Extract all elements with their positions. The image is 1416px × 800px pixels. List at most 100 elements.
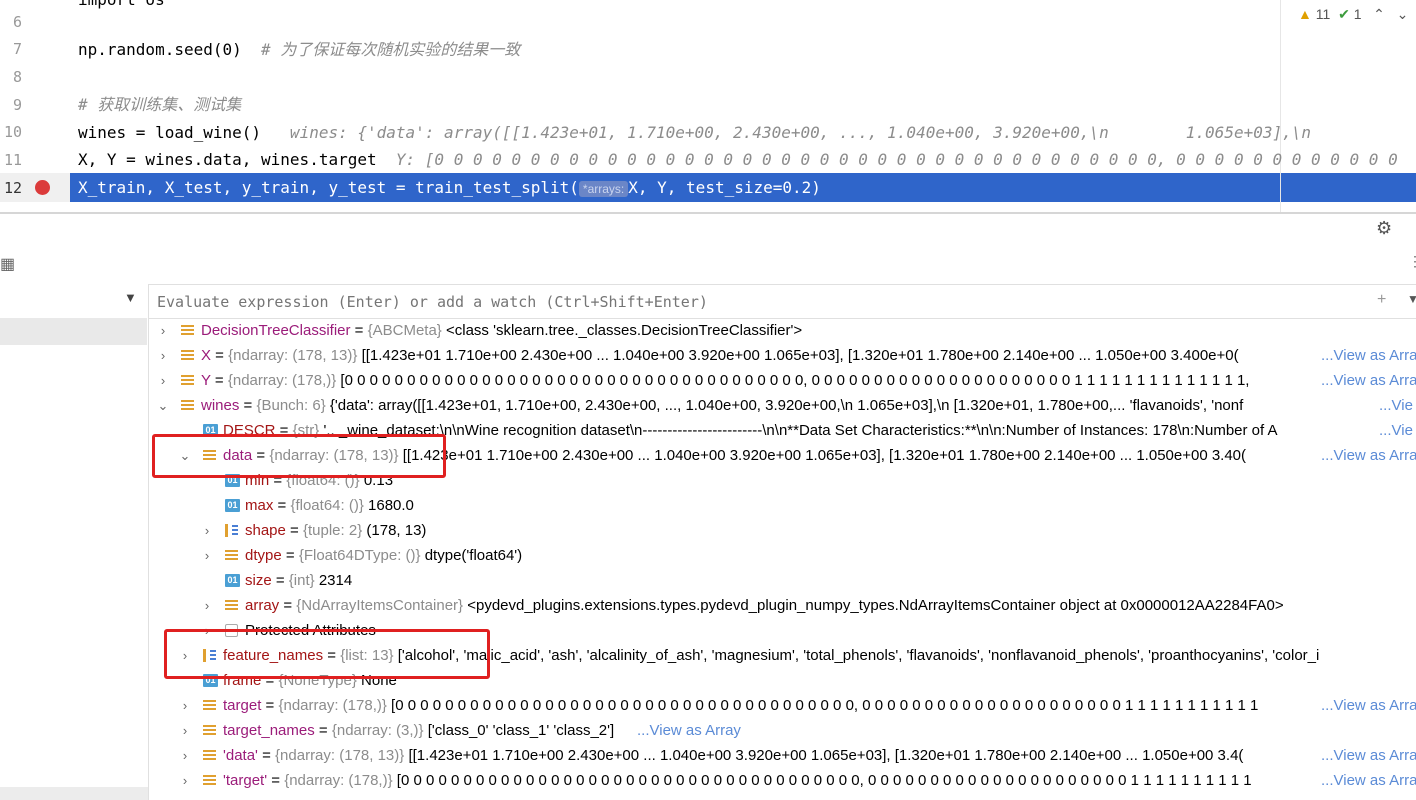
variable-text: 'target' = {ndarray: (178,)} [0 0 0 0 0 …	[223, 768, 1252, 793]
variable-name: max	[245, 497, 274, 514]
object-icon	[181, 349, 194, 362]
variable-value: 1680.0	[368, 497, 414, 514]
inspection-widget[interactable]: ▲ 11 ✔ 1 ⌃ ⌄	[1298, 6, 1408, 23]
variable-row[interactable]: ⌄ wines = {Bunch: 6} {'data': array([[1.4…	[149, 393, 1416, 418]
variable-value: {'data': array([[1.423e+01, 1.710e+00, 2…	[329, 397, 1244, 414]
variable-type: {ndarray: (178,)}	[284, 772, 393, 789]
view-as-array-link[interactable]: ...View as Array	[637, 718, 761, 743]
object-icon	[203, 699, 216, 712]
view-as-array-link[interactable]: ...Vie	[1379, 418, 1416, 443]
object-icon	[181, 324, 194, 337]
code-text: np.random.seed(0)	[78, 40, 262, 59]
highlight-box	[152, 434, 446, 478]
expand-icon[interactable]: ›	[179, 718, 191, 743]
code-line: np.random.seed(0) # 为了保证每次随机实验的结果一致	[78, 36, 520, 63]
view-as-array-link[interactable]: ...View as Array	[1321, 743, 1416, 768]
expand-icon[interactable]: ›	[201, 518, 213, 543]
evaluate-bar: + ▼	[149, 284, 1416, 319]
code-line: X, Y = wines.data, wines.target Y: [0 0 …	[78, 146, 1398, 173]
expand-icon[interactable]: ›	[179, 693, 191, 718]
variable-row[interactable]: › DecisionTreeClassifier = {ABCMeta} <cla…	[149, 318, 1416, 343]
line-number: 12	[3, 179, 22, 197]
variable-type: {ndarray: (178,)}	[278, 697, 387, 714]
variable-text: X = {ndarray: (178, 13)} [[1.423e+01 1.7…	[201, 343, 1239, 368]
variable-type: {ABCMeta}	[367, 322, 442, 339]
more-icon[interactable]: ⋮	[1408, 253, 1416, 270]
line-number: 10	[3, 123, 22, 141]
code-line: # 获取训练集、测试集	[78, 91, 241, 118]
line-number: 9	[12, 96, 22, 114]
variable-value: [[1.423e+01 1.710e+00 2.430e+00 ... 1.04…	[402, 447, 1247, 464]
line-number: 6	[12, 13, 22, 31]
add-watch-icon[interactable]: +	[1377, 291, 1386, 309]
variable-value: <class 'sklearn.tree._classes.DecisionTr…	[446, 322, 803, 339]
expand-icon[interactable]: ›	[179, 768, 191, 793]
expand-icon[interactable]: ›	[201, 593, 213, 618]
variable-text: target_names = {ndarray: (3,)} ['class_0…	[223, 718, 614, 743]
variable-row[interactable]: › array = {NdArrayItemsContainer} <pydevd…	[149, 593, 1416, 618]
object-icon	[203, 774, 216, 787]
variable-row[interactable]: › dtype = {Float64DType: ()} dtype('float…	[149, 543, 1416, 568]
variable-row[interactable]: › 'data' = {ndarray: (178, 13)} [[1.423e+…	[149, 743, 1416, 768]
variable-row[interactable]: › 'target' = {ndarray: (178,)} [0 0 0 0 0…	[149, 768, 1416, 793]
equals-sign: =	[273, 497, 291, 514]
variable-text: wines = {Bunch: 6} {'data': array([[1.42…	[201, 393, 1243, 418]
variable-row[interactable]: › target = {ndarray: (178,)} [0 0 0 0 0 0…	[149, 693, 1416, 718]
variable-row[interactable]: 01 max = {float64: ()} 1680.0	[149, 493, 1416, 518]
code-editor[interactable]: import os 6 7 np.random.seed(0) # 为了保证每次…	[0, 0, 1416, 212]
line-number: 11	[3, 151, 22, 169]
chevron-down-icon[interactable]: ⌄	[1397, 6, 1409, 22]
variable-name: size	[245, 572, 272, 589]
chevron-down-icon[interactable]: ▼	[1407, 292, 1416, 306]
variable-name: DecisionTreeClassifier	[201, 322, 351, 339]
chevron-down-icon[interactable]: ▼	[124, 290, 137, 305]
view-as-array-link[interactable]: ...View as Array	[1321, 768, 1416, 793]
variable-row[interactable]: › shape = {tuple: 2} (178, 13)	[149, 518, 1416, 543]
variable-value: [[1.423e+01 1.710e+00 2.430e+00 ... 1.04…	[361, 347, 1239, 364]
gear-icon[interactable]: ⚙	[1376, 218, 1392, 239]
equals-sign: =	[267, 772, 285, 789]
ok-count: 1	[1353, 6, 1362, 22]
object-icon	[181, 399, 194, 412]
variable-type: {Float64DType: ()}	[298, 547, 421, 564]
variable-name: array	[245, 597, 280, 614]
object-icon	[225, 549, 238, 562]
equals-sign: =	[271, 572, 289, 589]
line-number: 8	[12, 68, 22, 86]
view-as-array-link[interactable]: ...View as Array	[1321, 443, 1416, 468]
code-text: X_train, X_test, y_train, y_test = train…	[78, 178, 579, 197]
variable-row[interactable]: › X = {ndarray: (178, 13)} [[1.423e+01 1.…	[149, 343, 1416, 368]
variable-type: {ndarray: (178, 13)}	[275, 747, 405, 764]
evaluate-input[interactable]	[157, 285, 1357, 318]
expand-icon[interactable]: ›	[157, 368, 169, 393]
variable-row[interactable]: 01 size = {int} 2314	[149, 568, 1416, 593]
collapse-icon[interactable]: ⌄	[157, 393, 169, 418]
expand-icon[interactable]: ›	[157, 318, 169, 343]
selected-frame[interactable]	[0, 318, 147, 345]
variable-row[interactable]: › target_names = {ndarray: (3,)} ['class_…	[149, 718, 1416, 743]
view-as-array-link[interactable]: ...View as Array	[1321, 368, 1416, 393]
primitive-icon: 01	[225, 499, 240, 512]
variable-name: dtype	[245, 547, 282, 564]
variable-text: DecisionTreeClassifier = {ABCMeta} <clas…	[201, 318, 802, 343]
view-as-array-link[interactable]: ...View as Array	[1321, 693, 1416, 718]
expand-icon[interactable]: ›	[179, 743, 191, 768]
variable-row[interactable]: › Y = {ndarray: (178,)} [0 0 0 0 0 0 0 0 …	[149, 368, 1416, 393]
variable-text: max = {float64: ()} 1680.0	[245, 493, 414, 518]
debugger-toolbar	[0, 214, 1416, 284]
expand-icon[interactable]: ›	[157, 343, 169, 368]
editor-right-margin	[1280, 0, 1281, 212]
view-as-array-link[interactable]: ...View as Array	[1321, 343, 1416, 368]
expand-icon[interactable]: ›	[201, 543, 213, 568]
code-comment: # 为了保证每次随机实验的结果一致	[261, 40, 521, 59]
equals-sign: =	[281, 547, 299, 564]
variable-value: 2314	[318, 572, 353, 589]
chevron-up-icon[interactable]: ⌃	[1373, 6, 1385, 22]
view-as-array-link[interactable]: ...Vie	[1379, 393, 1416, 418]
variable-name: Y	[201, 372, 211, 389]
frames-scrollbar[interactable]	[0, 787, 148, 800]
breakpoint-icon[interactable]	[35, 180, 50, 195]
table-icon[interactable]: ▦	[0, 254, 15, 274]
variable-name: shape	[245, 522, 286, 539]
equals-sign: =	[211, 347, 229, 364]
